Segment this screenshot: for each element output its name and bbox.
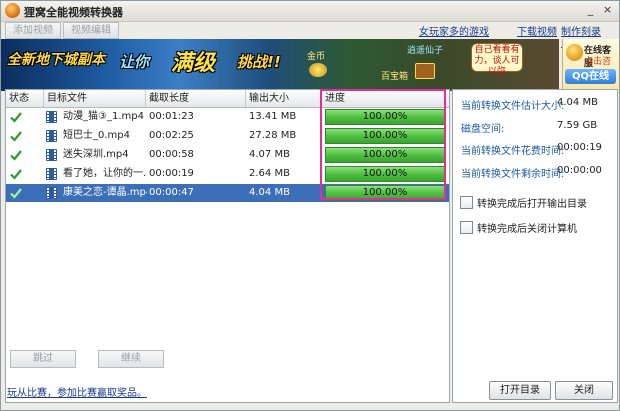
duration-value: 00:00:19	[149, 168, 194, 179]
size-value: 27.28 MB	[249, 130, 297, 141]
column-output-size[interactable]: 输出大小	[246, 90, 322, 107]
window-title: 狸窝全能视频转换器	[24, 6, 123, 19]
shutdown-option-label[interactable]: 转换完成后关闭计算机	[477, 220, 577, 235]
progress-text: 100.00%	[362, 111, 408, 122]
online-service-panel[interactable]: 在线客服 点击咨询 QQ在线	[562, 39, 619, 91]
open-dir-checkbox[interactable]	[460, 196, 473, 209]
file-name: 迷失深圳.mp4	[63, 149, 129, 160]
app-logo-icon	[5, 3, 20, 18]
toolbar: 添加视频 视频编辑 女玩家多的游戏 下载视频 制作刻录DVD	[1, 22, 619, 49]
film-icon	[46, 187, 57, 199]
table-row[interactable]: 动漫_猫③_1.mp4 00:01:23 13.41 MB 100.00%	[6, 108, 449, 126]
banner-treasure-label: 百宝箱	[381, 72, 409, 82]
banner-coins-label: 金币	[307, 52, 326, 62]
qq-online-button[interactable]: QQ在线	[565, 69, 616, 84]
stat-label: 当前转换文件估计大小:	[461, 101, 565, 112]
size-value: 13.41 MB	[249, 111, 297, 122]
table-row[interactable]: 迷失深圳.mp4 00:00:58 4.07 MB 100.00%	[6, 146, 449, 164]
coin-pile-icon	[309, 63, 327, 77]
check-icon	[10, 150, 22, 161]
table-row[interactable]: 短巴士_0.mp4 00:02:25 27.28 MB 100.00%	[6, 127, 449, 145]
stat-value: 00:00:00	[557, 165, 602, 176]
stat-value: 4.04 MB	[557, 97, 598, 108]
banner-headline-1: 全新地下城副本	[7, 52, 105, 68]
shutdown-checkbox[interactable]	[460, 221, 473, 234]
table-header: 状态 目标文件 截取长度 输出大小 进度	[6, 90, 449, 108]
table-row[interactable]: 康美之恋-谭晶.mp4 00:00:47 4.04 MB 100.00%	[6, 184, 449, 202]
treasure-chest-icon	[415, 63, 435, 79]
banner-headline-3: 满级	[171, 51, 216, 76]
check-icon	[10, 188, 22, 199]
file-name: 动漫_猫③_1.mp4	[63, 111, 144, 122]
banner-headline-2: 让你	[119, 53, 150, 71]
film-icon	[46, 111, 57, 123]
film-icon	[46, 168, 57, 180]
service-avatar-icon	[566, 44, 583, 61]
skip-button[interactable]: 跳过	[10, 350, 76, 368]
file-name: 短巴士_0.mp4	[63, 130, 130, 141]
film-icon	[46, 149, 57, 161]
open-directory-button[interactable]: 打开目录	[489, 381, 551, 400]
progress-text: 100.00%	[362, 168, 408, 179]
film-icon	[46, 130, 57, 142]
progress-bar: 100.00%	[325, 128, 445, 144]
column-status[interactable]: 状态	[6, 90, 44, 107]
progress-text: 100.00%	[362, 187, 408, 198]
stat-label: 当前转换文件花费时间:	[461, 146, 565, 157]
check-icon	[10, 169, 22, 180]
duration-value: 00:01:23	[149, 111, 194, 122]
stat-label: 磁盘空间:	[461, 124, 505, 135]
minimize-button[interactable]: _	[583, 3, 598, 18]
banner-headline-4: 挑战!!	[237, 53, 281, 71]
close-window-button[interactable]: ×	[600, 3, 615, 18]
size-value: 4.07 MB	[249, 149, 290, 160]
stat-label: 当前转换文件剩余时间:	[461, 169, 565, 180]
add-video-button[interactable]: 添加视频	[5, 22, 61, 39]
column-target-file[interactable]: 目标文件	[44, 90, 146, 107]
column-duration[interactable]: 截取长度	[146, 90, 246, 107]
link-girl-games[interactable]: 女玩家多的游戏	[419, 23, 489, 38]
conversion-table: 状态 目标文件 截取长度 输出大小 进度 动漫_猫③_1.mp4 00:01:23…	[5, 89, 450, 403]
duration-value: 00:02:25	[149, 130, 194, 141]
progress-text: 100.00%	[362, 149, 408, 160]
banner-ad[interactable]: 全新地下城副本 让你 满级 挑战!! 金币 逍遥仙子 百宝箱 自己看看有力，谈人…	[1, 39, 559, 91]
banner-speech-bubble: 自己看看有力，谈人可以弥	[471, 43, 523, 77]
converter-window: 狸窝全能视频转换器 _ × 添加视频 视频编辑 女玩家多的游戏 下载视频 制作刻…	[0, 0, 620, 411]
stat-value: 7.59 GB	[557, 120, 598, 131]
table-row[interactable]: 看了她，让你的一... 00:00:19 2.64 MB 100.00%	[6, 165, 449, 183]
size-value: 4.04 MB	[249, 187, 290, 198]
continue-button[interactable]: 继续	[98, 350, 164, 368]
check-icon	[10, 131, 22, 142]
progress-bar: 100.00%	[325, 185, 445, 201]
info-panel: 当前转换文件估计大小: 4.04 MB 磁盘空间: 7.59 GB 当前转换文件…	[452, 89, 618, 403]
size-value: 2.64 MB	[249, 168, 290, 179]
progress-bar: 100.00%	[325, 166, 445, 182]
open-dir-option-label[interactable]: 转换完成后打开输出目录	[477, 195, 587, 210]
close-button[interactable]: 关闭	[555, 381, 613, 400]
video-edit-button[interactable]: 视频编辑	[63, 22, 119, 39]
contest-link[interactable]: 玩从比赛，参加比赛赢取奖品。	[7, 384, 147, 399]
progress-bar: 100.00%	[325, 147, 445, 163]
banner-character-label: 逍遥仙子	[407, 46, 444, 56]
link-download-video[interactable]: 下载视频	[517, 23, 557, 38]
file-name: 看了她，让你的一...	[63, 168, 147, 179]
duration-value: 00:00:58	[149, 149, 194, 160]
stat-value: 00:00:19	[557, 142, 602, 153]
check-icon	[10, 112, 22, 123]
duration-value: 00:00:47	[149, 187, 194, 198]
title-bar: 狸窝全能视频转换器 _ ×	[1, 1, 619, 22]
column-progress[interactable]: 进度	[322, 90, 449, 107]
progress-text: 100.00%	[362, 130, 408, 141]
progress-bar: 100.00%	[325, 109, 445, 125]
file-name: 康美之恋-谭晶.mp4	[63, 187, 147, 198]
